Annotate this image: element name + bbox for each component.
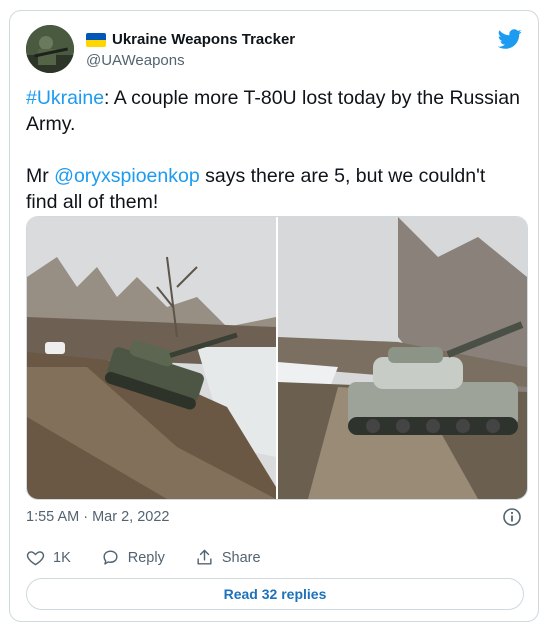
- tank-photo-1[interactable]: [27, 217, 276, 499]
- share-icon: [197, 549, 212, 565]
- twitter-bird-icon[interactable]: [498, 27, 522, 51]
- handle[interactable]: @UAWeapons: [86, 52, 185, 69]
- like-button[interactable]: 1K: [26, 548, 71, 567]
- tank-photo-2[interactable]: [276, 217, 527, 499]
- share-button[interactable]: Share: [195, 548, 261, 567]
- author-name-row[interactable]: Ukraine Weapons Tracker: [86, 31, 295, 48]
- heart-icon: [26, 551, 45, 566]
- reply-icon: [103, 550, 118, 565]
- avatar-image: [26, 25, 74, 73]
- like-count: 1K: [53, 549, 71, 566]
- tweet-text: #Ukraine: A couple more T-80U lost today…: [26, 85, 522, 215]
- tweet-text-paragraph-2: Mr @oryxspioenkop says there are 5, but …: [26, 163, 522, 215]
- reply-label: Reply: [127, 549, 165, 566]
- read-replies-button[interactable]: Read 32 replies: [26, 578, 524, 610]
- tweet-actions: 1K Reply Share: [26, 548, 291, 567]
- display-name[interactable]: Ukraine Weapons Tracker: [112, 31, 295, 48]
- ukraine-flag-icon: [86, 32, 106, 47]
- mention-link[interactable]: @oryxspioenkop: [54, 165, 200, 187]
- media-gallery: [26, 216, 528, 500]
- hashtag-link[interactable]: #Ukraine: [26, 87, 104, 109]
- tweet-text-paragraph-1: #Ukraine: A couple more T-80U lost today…: [26, 85, 522, 137]
- info-icon[interactable]: [502, 507, 522, 527]
- tweet-text-2-prefix: Mr: [26, 165, 55, 187]
- avatar[interactable]: [26, 25, 74, 73]
- share-label: Share: [221, 549, 261, 566]
- tweet-timestamp[interactable]: 1:55 AM · Mar 2, 2022: [26, 509, 169, 525]
- reply-button[interactable]: Reply: [101, 548, 165, 567]
- tweet-card: Ukraine Weapons Tracker @UAWeapons #Ukra…: [9, 10, 539, 622]
